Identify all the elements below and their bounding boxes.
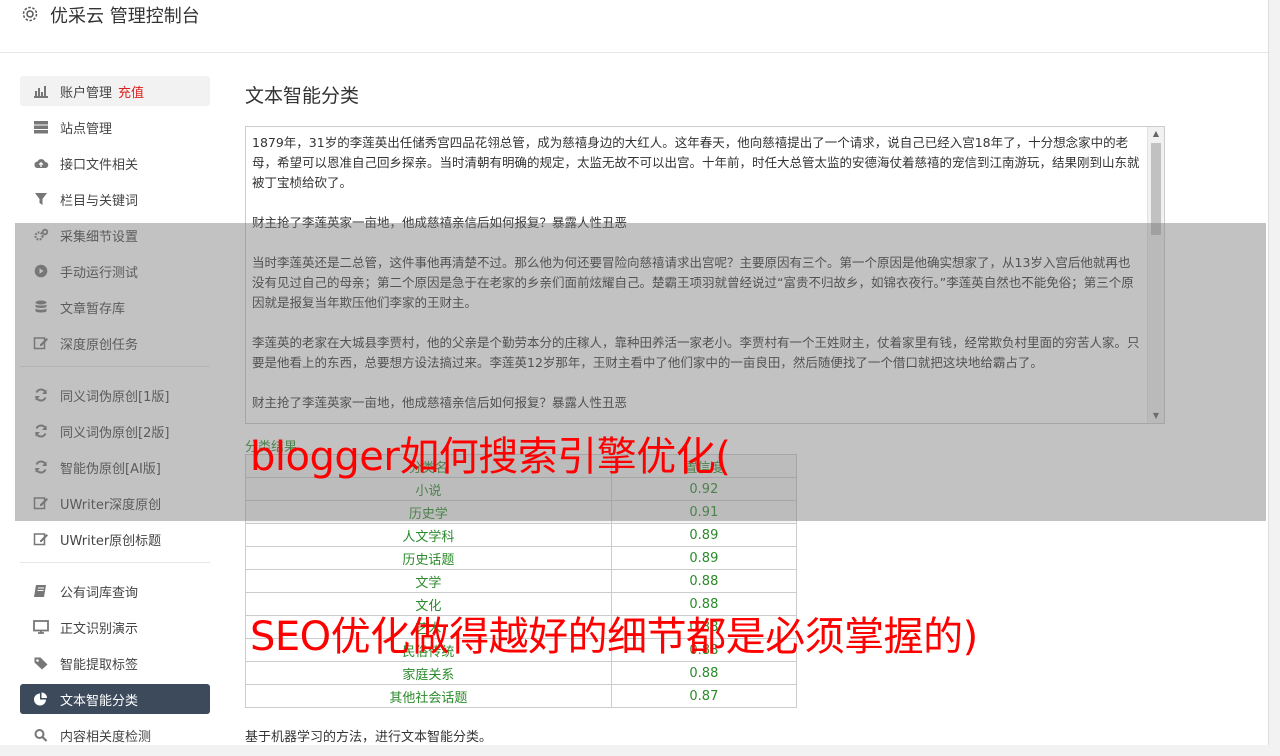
- category-cell: 家庭关系: [245, 661, 612, 685]
- category-cell: 文学: [245, 569, 612, 593]
- filter-icon: [32, 191, 50, 207]
- edit-icon: [32, 531, 50, 547]
- table-row: 家庭关系 0.88: [245, 661, 798, 685]
- sidebar-item-extract-tags[interactable]: 智能提取标签: [20, 648, 210, 678]
- book-icon: [32, 583, 50, 599]
- server-icon: [32, 119, 50, 135]
- confidence-cell: 0.89: [610, 523, 798, 547]
- page-title: 文本智能分类: [245, 85, 360, 107]
- sidebar-item-label: 文本智能分类: [60, 693, 139, 709]
- sidebar-item-label: 正文识别演示: [60, 621, 139, 637]
- sidebar-item-label: 接口文件相关: [60, 157, 139, 173]
- gear-icon: [20, 4, 40, 24]
- sidebar-item-text-classify[interactable]: 文本智能分类: [20, 684, 210, 714]
- console-title: 优采云 管理控制台: [50, 6, 200, 27]
- confidence-cell: 0.89: [610, 546, 798, 570]
- confidence-cell: 0.87: [610, 684, 798, 708]
- sidebar-item-public-lexicon[interactable]: 公有词库查询: [20, 576, 210, 606]
- page-scrollbar[interactable]: [1268, 0, 1280, 745]
- pie-chart-icon: [32, 691, 50, 707]
- sidebar-item-label: 公有词库查询: [60, 585, 139, 601]
- search-icon: [32, 727, 50, 743]
- confidence-cell: 0.88: [610, 661, 798, 685]
- overlay-headline-2: SEO优化做得越好的细节都是必须掌握的): [250, 614, 978, 660]
- sidebar-item-interface[interactable]: 接口文件相关: [20, 148, 210, 178]
- header-bar: 优采云 管理控制台: [0, 0, 1268, 53]
- article-paragraph: 1879年，31岁的李莲英出任储秀宫四品花翎总管，成为慈禧身边的大红人。这年春天…: [252, 135, 1140, 190]
- scroll-thumb[interactable]: [1151, 143, 1161, 235]
- category-cell: 历史话题: [245, 546, 612, 570]
- sidebar-item-uwriter-title[interactable]: UWriter原创标题: [20, 524, 210, 554]
- monitor-icon: [32, 619, 50, 635]
- table-row: 文学 0.88: [245, 569, 798, 593]
- sidebar-item-account[interactable]: 账户管理 充值: [20, 76, 210, 106]
- sidebar-item-label: 站点管理: [60, 121, 113, 137]
- sidebar-item-label: 栏目与关键词: [60, 193, 139, 209]
- tag-icon: [32, 655, 50, 671]
- table-row: 人文学科 0.89: [245, 523, 798, 547]
- scroll-up-arrow-icon[interactable]: ▲: [1148, 127, 1164, 141]
- sidebar-item-label: 账户管理: [60, 85, 113, 101]
- category-cell: 其他社会话题: [245, 684, 612, 708]
- sidebar-item-label: 智能提取标签: [60, 657, 139, 673]
- recharge-link[interactable]: 充值: [118, 82, 144, 101]
- table-row: 其他社会话题 0.87: [245, 684, 798, 708]
- sidebar-item-relevance-check[interactable]: 内容相关度检测: [20, 720, 210, 750]
- category-cell: 人文学科: [245, 523, 612, 547]
- bar-chart-icon: [32, 83, 50, 99]
- sidebar-item-columns[interactable]: 栏目与关键词: [20, 184, 210, 214]
- table-row: 历史话题 0.89: [245, 546, 798, 570]
- sidebar-item-label: 内容相关度检测: [60, 729, 152, 745]
- overlay-headline-1: blogger如何搜索引擎优化(: [250, 434, 731, 480]
- sidebar-divider: [20, 562, 210, 563]
- sidebar-item-label: UWriter原创标题: [60, 533, 162, 549]
- cloud-upload-icon: [32, 155, 50, 171]
- sidebar-item-sites[interactable]: 站点管理: [20, 112, 210, 142]
- footnote-text: 基于机器学习的方法，进行文本智能分类。: [245, 730, 493, 745]
- confidence-cell: 0.88: [610, 569, 798, 593]
- sidebar-item-text-recognition[interactable]: 正文识别演示: [20, 612, 210, 642]
